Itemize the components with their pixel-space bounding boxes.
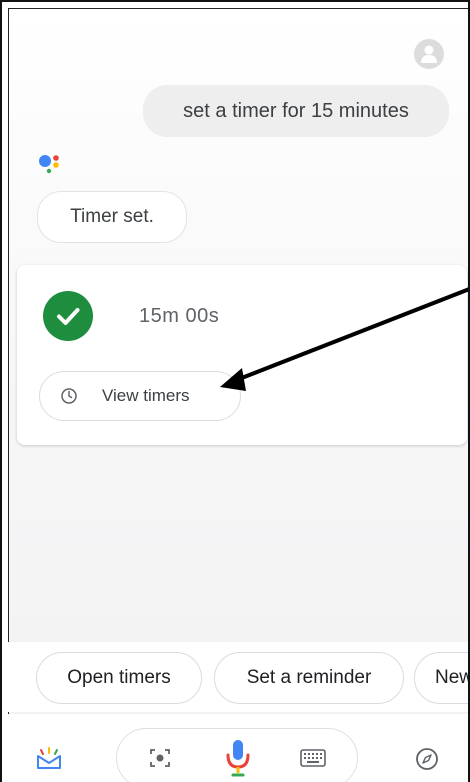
- chip-open-timers[interactable]: Open timers: [36, 652, 202, 704]
- mic-icon[interactable]: [219, 735, 257, 781]
- timer-remaining: 15m 00s: [139, 305, 220, 327]
- suggestion-chips: Open timers Set a reminder New: [2, 642, 468, 712]
- chip-set-reminder[interactable]: Set a reminder: [214, 652, 404, 704]
- check-circle-icon: [43, 291, 93, 341]
- assistant-logo-icon: [39, 155, 59, 174]
- assistant-reply-bubble: Timer set.: [37, 191, 187, 243]
- screen-frame: set a timer for 15 minutes Timer set. 15…: [0, 0, 470, 782]
- timer-card: 15m 00s View timers: [17, 265, 467, 445]
- lens-icon[interactable]: [143, 741, 177, 775]
- view-timers-label: View timers: [102, 386, 190, 405]
- user-avatar: [414, 39, 444, 69]
- user-query-bubble: set a timer for 15 minutes: [143, 85, 449, 137]
- user-avatar-icon: [421, 45, 437, 63]
- snapshot-icon[interactable]: [32, 742, 66, 776]
- chip-new[interactable]: New: [414, 652, 468, 704]
- keyboard-icon[interactable]: [295, 741, 331, 775]
- clock-icon: [61, 388, 77, 404]
- input-pill: [116, 728, 358, 782]
- view-timers-button[interactable]: View timers: [39, 371, 241, 421]
- explore-icon[interactable]: [410, 742, 444, 776]
- bottom-bar: [2, 714, 468, 782]
